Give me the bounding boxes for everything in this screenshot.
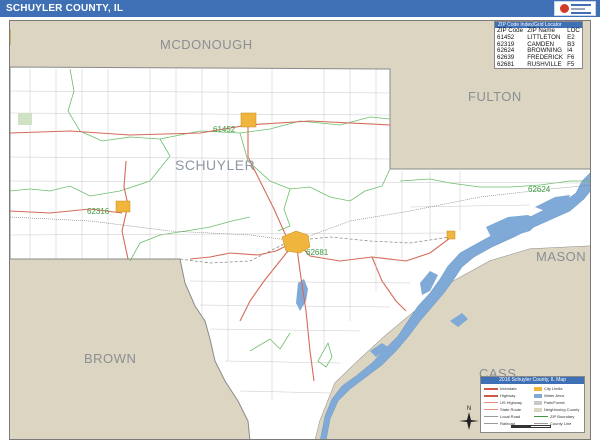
town-frederick — [446, 230, 456, 240]
legend-item: US Highway — [484, 400, 531, 405]
zip-label: 61452 — [213, 125, 236, 134]
legend-item-label: ZIP Boundary — [550, 414, 575, 419]
scale-bar — [511, 425, 551, 428]
legend-item-label: County Line — [550, 421, 572, 426]
local-road-swatch-icon — [484, 416, 498, 417]
park-area — [18, 113, 32, 125]
legend-item-label: State Route — [500, 407, 522, 412]
town-camden — [115, 200, 131, 213]
brand-logo — [554, 1, 596, 16]
legend-item: Highway — [484, 393, 531, 398]
legend-item: State Route — [484, 407, 531, 412]
town-littleton — [240, 112, 257, 128]
region-label-fulton: FULTON — [468, 89, 522, 104]
legend-item: ZIP Boundary — [534, 414, 581, 419]
map-legend: 2016 Schuyler County, IL Map Interstate … — [480, 376, 585, 433]
legend-item: City Limits — [534, 386, 581, 391]
state-route-swatch-icon — [484, 409, 498, 410]
legend-item: Water Area — [534, 393, 581, 398]
map-legend-title: 2016 Schuyler County, IL Map — [481, 377, 584, 384]
legend-item-label: Local Road — [500, 414, 521, 419]
us-highway-swatch-icon — [484, 402, 498, 403]
legend-item-label: Neighboring County — [544, 407, 580, 412]
legend-item-label: Highway — [500, 393, 516, 398]
title-bar: SCHUYLER COUNTY, IL — [0, 0, 600, 17]
region-label-mcdonough: MCDONOUGH — [160, 37, 253, 52]
railroad-swatch-icon — [484, 423, 498, 424]
park-swatch-icon — [534, 400, 542, 405]
region-label-schuyler: SCHUYLER — [175, 157, 256, 173]
legend-item: Park/Forest — [534, 400, 581, 405]
legend-item: Local Road — [484, 414, 531, 419]
zip-label: 62316 — [87, 207, 110, 216]
zip-loc-cell: F5 — [567, 60, 575, 68]
interstate-swatch-icon — [484, 387, 498, 390]
neighbor-county-swatch-icon — [534, 407, 542, 412]
region-label-brown: BROWN — [84, 351, 137, 366]
zip-code-cell: 62681 — [497, 60, 515, 68]
logo-mark-icon — [559, 4, 569, 13]
highway-swatch-icon — [484, 394, 498, 397]
map-title: SCHUYLER COUNTY, IL — [6, 3, 124, 14]
legend-item-label: US Highway — [500, 400, 523, 405]
zip-legend-row: 62681 RUSHVILLE F5 — [495, 60, 582, 69]
logo-bars-icon — [570, 3, 591, 14]
region-label-mason: MASON — [536, 249, 587, 264]
zip-code-legend: ZIP Code Index/Grid Locator ZIP Code ZIP… — [494, 21, 583, 69]
legend-item: Interstate — [484, 386, 531, 391]
legend-item: Neighboring County — [534, 407, 581, 412]
county-line-swatch-icon — [534, 423, 548, 424]
legend-item-label: City Limits — [544, 386, 563, 391]
water-swatch-icon — [534, 393, 542, 398]
legend-item-label: Interstate — [500, 386, 517, 391]
zip-name-cell: RUSHVILLE — [527, 60, 562, 68]
zip-label: 62681 — [306, 248, 329, 257]
zip-label: 62624 — [528, 185, 551, 194]
city-limits-swatch-icon — [534, 386, 542, 391]
zip-boundary-swatch-icon — [534, 416, 548, 417]
zip-legend-table: ZIP Code ZIP Name LOC 61452 LITTLETON E2 6… — [495, 27, 582, 69]
compass-rose: N — [459, 406, 479, 430]
compass-star-icon — [459, 412, 479, 430]
legend-item-label: Water Area — [544, 393, 564, 398]
legend-item-label: Park/Forest — [544, 400, 565, 405]
